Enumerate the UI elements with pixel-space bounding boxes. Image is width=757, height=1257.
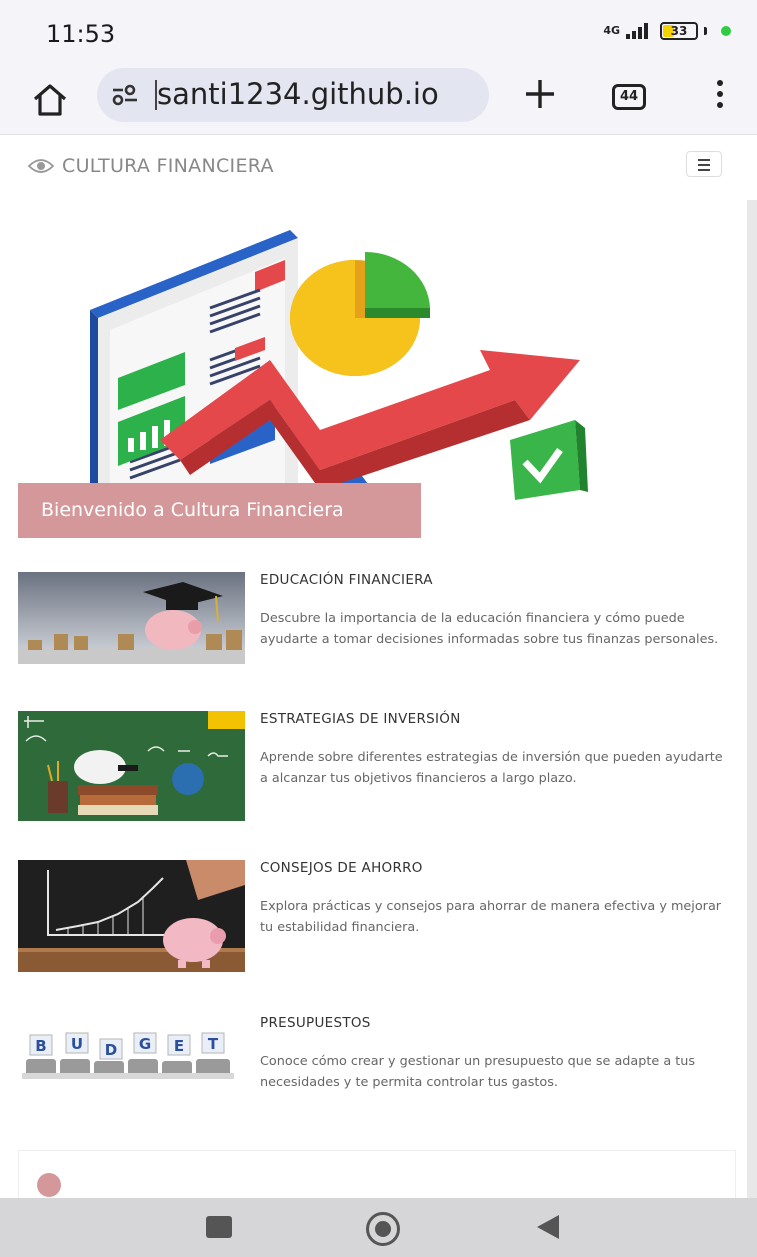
- status-icons: 4G 33: [603, 22, 731, 40]
- card-title[interactable]: EDUCACIÓN FINANCIERA: [260, 572, 433, 588]
- system-navigation-bar: [0, 1198, 757, 1257]
- eye-icon: [28, 159, 54, 173]
- menu-toggle-button[interactable]: [686, 151, 722, 177]
- status-bar: 11:53 4G 33: [0, 0, 757, 62]
- home-button-icon[interactable]: [366, 1212, 400, 1246]
- card-image-budget-coins: B U D G E T: [18, 1015, 245, 1107]
- card-text: Explora prácticas y consejos para ahorra…: [260, 899, 722, 935]
- more-vert-icon[interactable]: [710, 80, 730, 116]
- budget-letter: E: [174, 1037, 184, 1055]
- lightbulb-icon: [37, 1173, 61, 1197]
- card-text: Descubre la importancia de la educación …: [260, 611, 719, 647]
- brand-text: CULTURA FINANCIERA: [62, 155, 274, 177]
- brand[interactable]: CULTURA FINANCIERA: [28, 155, 274, 177]
- signal-icon: [626, 23, 648, 39]
- card-text: Conoce cómo crear y gestionar un presupu…: [260, 1054, 696, 1090]
- network-type: 4G: [603, 24, 620, 37]
- battery-icon: 33: [660, 22, 698, 40]
- browser-toolbar: santi1234.github.io 44: [0, 62, 757, 135]
- tabs-button[interactable]: 44: [612, 84, 646, 110]
- hero-illustration: [90, 230, 588, 500]
- address-bar[interactable]: santi1234.github.io: [97, 68, 489, 122]
- scrollbar[interactable]: [747, 200, 757, 1200]
- home-icon[interactable]: [30, 80, 70, 120]
- battery-level: 33: [670, 24, 688, 38]
- budget-letter: U: [71, 1035, 83, 1053]
- card-image-chalkboard-piggy: [18, 711, 245, 821]
- privacy-indicator-icon: [721, 26, 731, 36]
- url-text[interactable]: santi1234.github.io: [157, 77, 439, 111]
- card-title[interactable]: CONSEJOS DE AHORRO: [260, 860, 423, 876]
- card-image-piggy-graduation: [18, 572, 245, 664]
- hero-banner: Bienvenido a Cultura Financiera: [18, 483, 421, 538]
- site-navbar: CULTURA FINANCIERA: [0, 135, 745, 197]
- budget-letter: B: [35, 1037, 46, 1055]
- site-settings-icon[interactable]: [111, 82, 139, 108]
- budget-letter: G: [139, 1035, 151, 1053]
- plus-icon[interactable]: [520, 74, 560, 114]
- budget-letter: D: [105, 1041, 117, 1059]
- back-icon[interactable]: [537, 1215, 559, 1239]
- card-image-chart-piggy: [18, 860, 245, 972]
- card-title[interactable]: PRESUPUESTOS: [260, 1015, 371, 1031]
- card-text: Aprende sobre diferentes estrategias de …: [260, 750, 723, 786]
- budget-letter: T: [208, 1035, 219, 1053]
- status-time: 11:53: [46, 20, 116, 48]
- recents-icon[interactable]: [206, 1216, 232, 1238]
- card-title[interactable]: ESTRATEGIAS DE INVERSIÓN: [260, 711, 461, 727]
